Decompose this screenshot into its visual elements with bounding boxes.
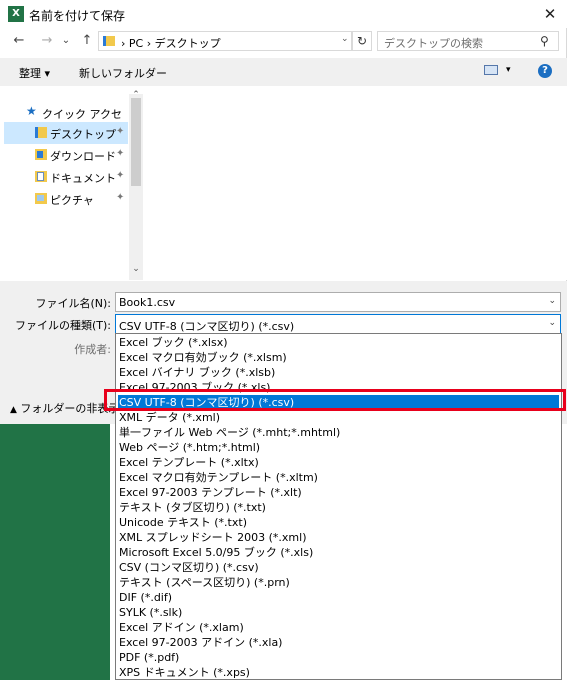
search-input[interactable]: デスクトップの検索 ⚲	[377, 31, 559, 51]
sidebar-item-documents[interactable]: ドキュメント ✦	[4, 166, 128, 188]
highlight-box	[104, 389, 566, 411]
excel-background	[0, 422, 110, 680]
sidebar-item-downloads[interactable]: ダウンロード ✦	[4, 144, 128, 166]
dropdown-option[interactable]: DIF (*.dif)	[118, 590, 559, 605]
dropdown-option[interactable]: Excel マクロ有効テンプレート (*.xltm)	[118, 470, 559, 485]
view-dropdown-icon[interactable]: ▾	[506, 65, 511, 75]
filename-field[interactable]: Book1.csv ⌄	[115, 292, 561, 312]
view-options-icon[interactable]	[484, 65, 498, 75]
chevron-down-icon[interactable]: ⌄	[341, 34, 351, 44]
filetype-select[interactable]: CSV UTF-8 (コンマ区切り) (*.csv) ⌄	[115, 314, 561, 334]
address-bar[interactable]: › PC › デスクトップ ⌄	[98, 31, 352, 51]
excel-app-icon: X	[8, 6, 24, 22]
sidebar-item-label: ドキュメント	[50, 172, 116, 185]
breadcrumb-sep: ›	[121, 37, 126, 50]
pin-icon: ✦	[116, 192, 125, 203]
dropdown-option[interactable]: CSV (コンマ区切り) (*.csv)	[118, 560, 559, 575]
dropdown-option[interactable]: XML スプレッドシート 2003 (*.xml)	[118, 530, 559, 545]
dropdown-option[interactable]: Excel マクロ有効ブック (*.xlsm)	[118, 350, 559, 365]
dropdown-option[interactable]: Excel アドイン (*.xlam)	[118, 620, 559, 635]
toolbar: 整理 ▾ 新しいフォルダー ▾ ?	[0, 58, 567, 86]
dropdown-option[interactable]: テキスト (スペース区切り) (*.prn)	[118, 575, 559, 590]
chevron-down-icon[interactable]: ⌄	[548, 318, 556, 328]
pin-icon: ✦	[116, 148, 125, 159]
documents-folder-icon	[35, 171, 47, 182]
help-icon[interactable]: ?	[538, 64, 552, 78]
breadcrumb: › PC › デスクトップ	[121, 35, 221, 51]
dropdown-option[interactable]: XPS ドキュメント (*.xps)	[118, 665, 559, 680]
dropdown-option[interactable]: Web ページ (*.htm;*.html)	[118, 440, 559, 455]
search-placeholder: デスクトップの検索	[384, 37, 483, 50]
close-button[interactable]: ✕	[538, 3, 562, 25]
sidebar-item-pictures[interactable]: ピクチャ ✦	[4, 188, 128, 210]
recent-locations-icon[interactable]: ⌄	[60, 32, 72, 50]
dropdown-option[interactable]: Excel テンプレート (*.xltx)	[118, 455, 559, 470]
filetype-dropdown-list[interactable]: Excel ブック (*.xlsx) Excel マクロ有効ブック (*.xlsm…	[115, 333, 562, 680]
filetype-value: CSV UTF-8 (コンマ区切り) (*.csv)	[119, 320, 295, 333]
organize-button[interactable]: 整理 ▾	[19, 65, 50, 81]
pictures-folder-icon	[35, 193, 47, 204]
dropdown-option[interactable]: Excel 97-2003 アドイン (*.xla)	[118, 635, 559, 650]
filename-value: Book1.csv	[119, 296, 176, 309]
breadcrumb-desktop[interactable]: デスクトップ	[155, 37, 221, 50]
navigation-pane: ★ クイック アクセス デスクトップ ✦ ダウンロード ✦ ドキュメント ✦ ピ…	[0, 86, 143, 280]
author-label: 作成者:	[74, 343, 111, 356]
filename-label: ファイル名(N):	[35, 297, 111, 310]
dropdown-option[interactable]: XML データ (*.xml)	[118, 410, 559, 425]
dropdown-option[interactable]: Microsoft Excel 5.0/95 ブック (*.xls)	[118, 545, 559, 560]
dropdown-option[interactable]: Unicode テキスト (*.txt)	[118, 515, 559, 530]
window-title: 名前を付けて保存	[29, 9, 126, 23]
pin-icon: ✦	[116, 126, 125, 137]
dropdown-option[interactable]: Excel 97-2003 テンプレート (*.xlt)	[118, 485, 559, 500]
dropdown-option[interactable]: Excel ブック (*.xlsx)	[118, 335, 559, 350]
sidebar-item-label: ダウンロード	[50, 150, 116, 163]
up-arrow-icon[interactable]: ↑	[78, 32, 96, 50]
sidebar-item-quick-access[interactable]: ★ クイック アクセス	[4, 102, 128, 137]
back-arrow-icon[interactable]: ←	[10, 32, 28, 50]
pin-icon: ✦	[116, 170, 125, 181]
chevron-up-icon: ▲	[10, 405, 17, 415]
breadcrumb-sep: ›	[146, 37, 152, 50]
forward-arrow-icon[interactable]: →	[38, 32, 56, 50]
dropdown-option[interactable]: SYLK (*.slk)	[118, 605, 559, 620]
sidebar-item-label: ピクチャ	[50, 194, 94, 207]
scrollbar-thumb[interactable]	[131, 98, 141, 186]
breadcrumb-pc[interactable]: PC	[129, 37, 143, 50]
new-folder-button[interactable]: 新しいフォルダー	[79, 65, 167, 81]
scroll-down-icon[interactable]: ⌄	[130, 264, 142, 274]
star-icon: ★	[26, 104, 37, 118]
dropdown-option[interactable]: Excel バイナリ ブック (*.xlsb)	[118, 365, 559, 380]
filetype-label: ファイルの種類(T):	[14, 319, 111, 332]
chevron-down-icon[interactable]: ⌄	[548, 296, 556, 306]
file-list[interactable]	[143, 86, 567, 280]
search-icon: ⚲	[540, 34, 549, 48]
sidebar-item-desktop[interactable]: デスクトップ ✦	[4, 122, 128, 144]
folder-icon	[103, 36, 115, 46]
dropdown-option[interactable]: 単一ファイル Web ページ (*.mht;*.mhtml)	[118, 425, 559, 440]
downloads-folder-icon	[35, 149, 47, 160]
sidebar-item-label: デスクトップ	[50, 128, 116, 141]
dropdown-option[interactable]: PDF (*.pdf)	[118, 650, 559, 665]
title-bar: X 名前を付けて保存 ✕	[0, 0, 567, 28]
desktop-folder-icon	[35, 127, 47, 138]
dropdown-option[interactable]: テキスト (タブ区切り) (*.txt)	[118, 500, 559, 515]
refresh-button[interactable]: ↻	[352, 31, 372, 51]
hide-folders-button[interactable]: ▲ フォルダーの非表示	[10, 400, 119, 416]
